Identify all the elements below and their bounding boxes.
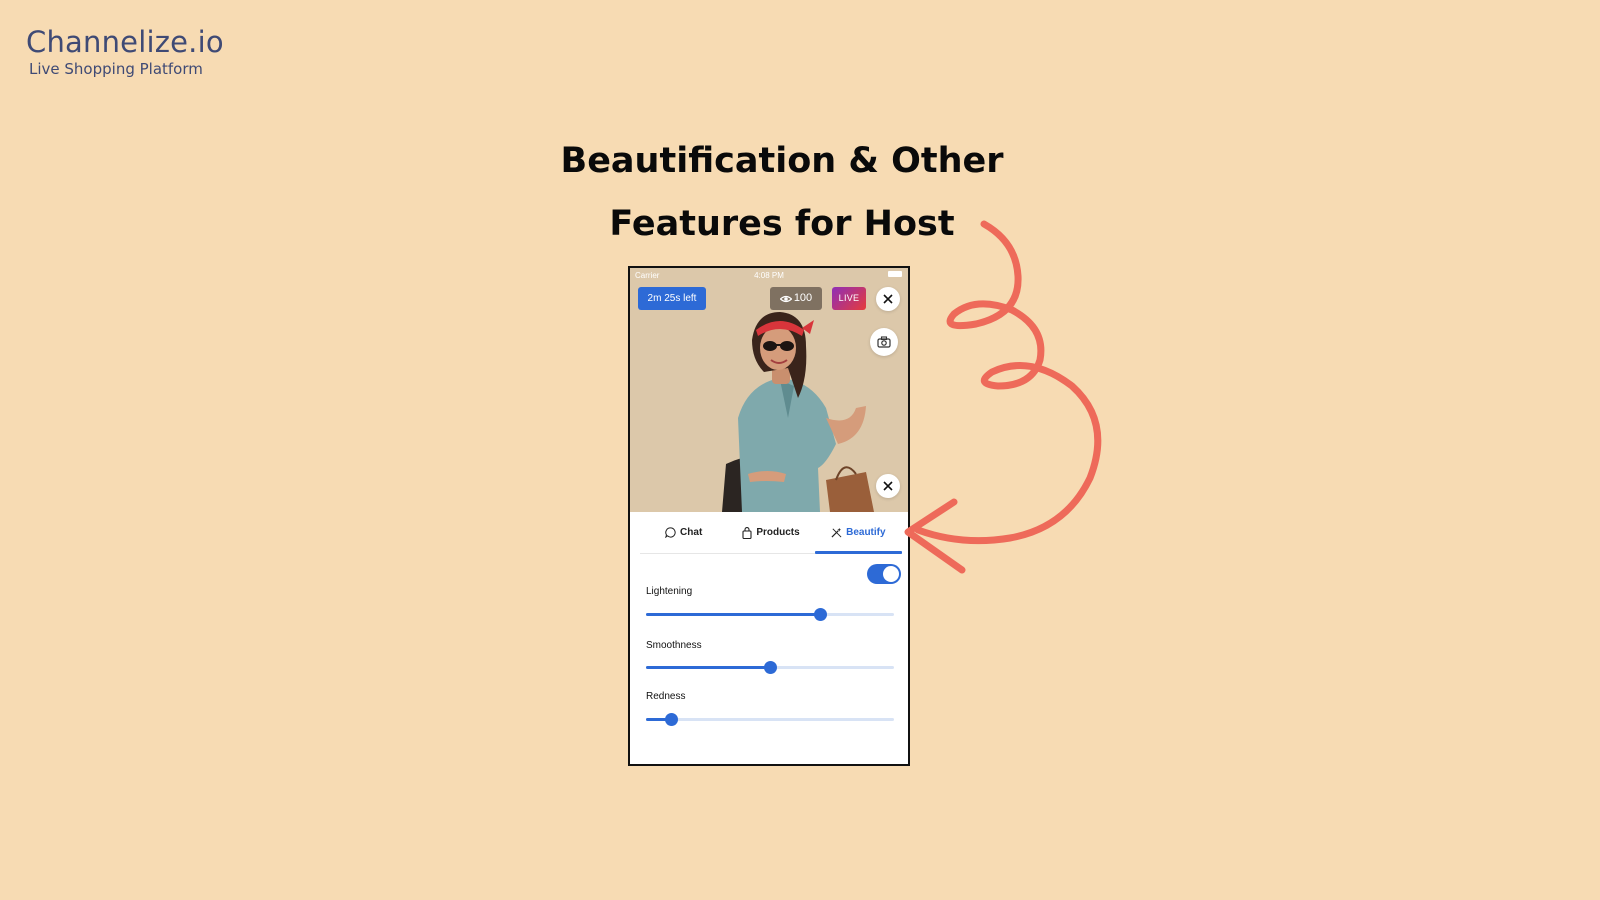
lightening-label: Lightening	[646, 586, 693, 597]
redness-slider[interactable]	[646, 712, 894, 726]
live-video-feed: Carrier 4:08 PM 2m 25s left 100 LIVE	[630, 268, 908, 512]
smoothness-slider[interactable]	[646, 660, 894, 674]
slider-track	[646, 718, 894, 721]
tab-beautify-label: Beautify	[846, 527, 886, 538]
time-left-badge: 2m 25s left	[638, 287, 706, 310]
camera-icon	[877, 336, 891, 348]
redness-label: Redness	[646, 691, 686, 702]
switch-camera-button[interactable]	[870, 328, 898, 356]
page-title-line-1: Beautification & Other	[560, 141, 1004, 181]
slider-thumb[interactable]	[813, 608, 827, 621]
magic-wand-icon	[831, 527, 842, 538]
lightening-slider[interactable]	[646, 607, 894, 621]
beautify-toggle[interactable]	[867, 564, 901, 584]
phone-mockup: Carrier 4:08 PM 2m 25s left 100 LIVE Cha…	[628, 266, 910, 766]
tab-products[interactable]: Products	[727, 512, 814, 553]
tab-chat[interactable]: Chat	[640, 512, 727, 553]
tab-chat-label: Chat	[680, 527, 703, 538]
slider-thumb[interactable]	[664, 713, 678, 726]
status-bar: Carrier 4:08 PM	[630, 268, 908, 282]
tab-products-label: Products	[756, 527, 800, 538]
brand-name: Channelize.io	[26, 25, 224, 59]
end-stream-button[interactable]	[876, 287, 900, 311]
chat-bubble-icon	[665, 527, 676, 538]
toggle-knob	[883, 566, 899, 582]
slider-thumb[interactable]	[764, 661, 777, 674]
shopping-bag-icon	[742, 526, 752, 539]
brand-logo: Channelize.io Live Shopping Platform	[26, 25, 224, 79]
close-icon	[883, 294, 893, 304]
curly-arrow-decoration	[904, 220, 1102, 574]
eye-icon	[779, 295, 792, 302]
live-badge: LIVE	[832, 287, 866, 310]
slider-fill	[646, 613, 820, 616]
tab-beautify[interactable]: Beautify	[814, 512, 903, 554]
slider-fill	[646, 666, 770, 669]
bottom-tabs: Chat Products Beautify	[640, 512, 903, 554]
close-panel-button[interactable]	[876, 474, 900, 498]
close-icon	[883, 481, 893, 491]
brand-tagline: Live Shopping Platform	[29, 60, 203, 78]
viewer-count: 100	[793, 292, 813, 304]
smoothness-label: Smoothness	[646, 640, 702, 651]
viewer-count-badge: 100	[770, 287, 822, 310]
status-time: 4:08 PM	[754, 271, 784, 280]
